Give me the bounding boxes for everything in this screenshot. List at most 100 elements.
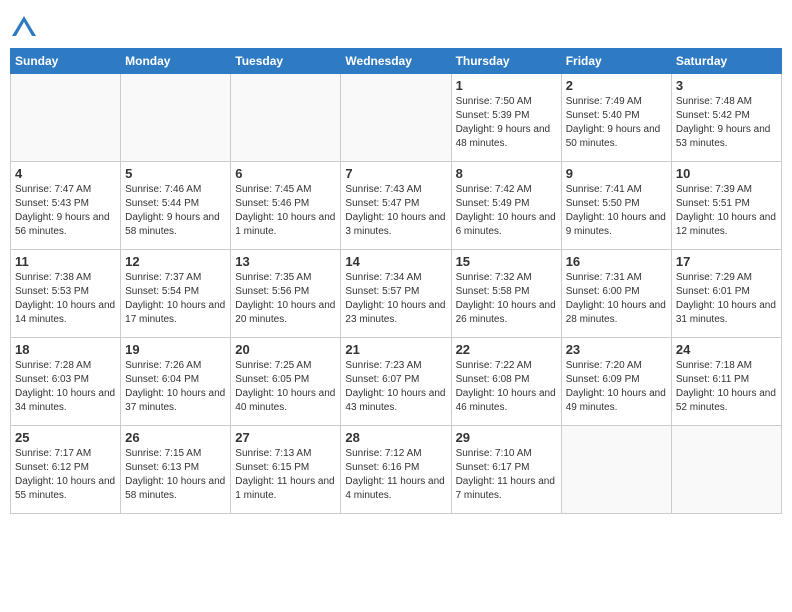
calendar-cell: 1Sunrise: 7:50 AM Sunset: 5:39 PM Daylig… [451,74,561,162]
day-number: 17 [676,254,777,269]
calendar-cell [11,74,121,162]
day-number: 10 [676,166,777,181]
day-number: 18 [15,342,116,357]
day-number: 8 [456,166,557,181]
header-day: Friday [561,49,671,74]
day-info: Sunrise: 7:17 AM Sunset: 6:12 PM Dayligh… [15,447,116,503]
day-number: 29 [456,430,557,445]
day-number: 22 [456,342,557,357]
day-number: 23 [566,342,667,357]
day-info: Sunrise: 7:29 AM Sunset: 6:01 PM Dayligh… [676,271,777,327]
day-number: 27 [235,430,336,445]
calendar-cell: 16Sunrise: 7:31 AM Sunset: 6:00 PM Dayli… [561,250,671,338]
header-day: Wednesday [341,49,451,74]
day-info: Sunrise: 7:35 AM Sunset: 5:56 PM Dayligh… [235,271,336,327]
calendar-cell: 20 Sunrise: 7:25 AM Sunset: 6:05 PM Dayli… [231,338,341,426]
calendar-cell [121,74,231,162]
calendar-cell: 11 Sunrise: 7:38 AM Sunset: 5:53 PM Dayli… [11,250,121,338]
calendar-cell [231,74,341,162]
calendar-cell: 10 Sunrise: 7:39 AM Sunset: 5:51 PM Dayli… [671,162,781,250]
day-number: 5 [125,166,226,181]
calendar-cell: 12 Sunrise: 7:37 AM Sunset: 5:54 PM Dayli… [121,250,231,338]
calendar-cell: 25 Sunrise: 7:17 AM Sunset: 6:12 PM Dayli… [11,426,121,514]
calendar-cell: 22 Sunrise: 7:22 AM Sunset: 6:08 PM Dayli… [451,338,561,426]
day-info: Sunrise: 7:47 AM Sunset: 5:43 PM Dayligh… [15,183,116,239]
day-number: 12 [125,254,226,269]
logo-icon [10,14,38,42]
day-info: Sunrise: 7:28 AM Sunset: 6:03 PM Dayligh… [15,359,116,415]
day-info: Sunrise: 7:48 AM Sunset: 5:42 PM Dayligh… [676,95,777,151]
calendar-row: 11 Sunrise: 7:38 AM Sunset: 5:53 PM Dayli… [11,250,782,338]
day-number: 20 [235,342,336,357]
day-number: 7 [345,166,446,181]
day-number: 19 [125,342,226,357]
calendar-row: 25 Sunrise: 7:17 AM Sunset: 6:12 PM Dayli… [11,426,782,514]
day-info: Sunrise: 7:15 AM Sunset: 6:13 PM Dayligh… [125,447,226,503]
day-info: Sunrise: 7:37 AM Sunset: 5:54 PM Dayligh… [125,271,226,327]
header-day: Tuesday [231,49,341,74]
calendar-cell: 19Sunrise: 7:26 AM Sunset: 6:04 PM Dayli… [121,338,231,426]
day-number: 6 [235,166,336,181]
day-info: Sunrise: 7:34 AM Sunset: 5:57 PM Dayligh… [345,271,446,327]
calendar-cell: 18 Sunrise: 7:28 AM Sunset: 6:03 PM Dayli… [11,338,121,426]
calendar-cell: 8 Sunrise: 7:42 AM Sunset: 5:49 PM Daylig… [451,162,561,250]
day-info: Sunrise: 7:12 AM Sunset: 6:16 PM Dayligh… [345,447,446,503]
day-number: 24 [676,342,777,357]
day-info: Sunrise: 7:22 AM Sunset: 6:08 PM Dayligh… [456,359,557,415]
header-row: SundayMondayTuesdayWednesdayThursdayFrid… [11,49,782,74]
header-day: Thursday [451,49,561,74]
calendar-cell [671,426,781,514]
calendar-cell: 2 Sunrise: 7:49 AM Sunset: 5:40 PM Daylig… [561,74,671,162]
day-info: Sunrise: 7:23 AM Sunset: 6:07 PM Dayligh… [345,359,446,415]
calendar-cell: 7 Sunrise: 7:43 AM Sunset: 5:47 PM Daylig… [341,162,451,250]
calendar-cell: 15 Sunrise: 7:32 AM Sunset: 5:58 PM Dayli… [451,250,561,338]
calendar-cell: 24 Sunrise: 7:18 AM Sunset: 6:11 PM Dayli… [671,338,781,426]
day-number: 15 [456,254,557,269]
calendar-cell: 26 Sunrise: 7:15 AM Sunset: 6:13 PM Dayli… [121,426,231,514]
day-number: 9 [566,166,667,181]
calendar-cell: 23Sunrise: 7:20 AM Sunset: 6:09 PM Dayli… [561,338,671,426]
day-info: Sunrise: 7:45 AM Sunset: 5:46 PM Dayligh… [235,183,336,239]
day-info: Sunrise: 7:38 AM Sunset: 5:53 PM Dayligh… [15,271,116,327]
day-info: Sunrise: 7:13 AM Sunset: 6:15 PM Dayligh… [235,447,336,503]
calendar-cell: 5 Sunrise: 7:46 AM Sunset: 5:44 PM Daylig… [121,162,231,250]
calendar-cell: 14 Sunrise: 7:34 AM Sunset: 5:57 PM Dayli… [341,250,451,338]
day-info: Sunrise: 7:42 AM Sunset: 5:49 PM Dayligh… [456,183,557,239]
calendar-row: 18 Sunrise: 7:28 AM Sunset: 6:03 PM Dayli… [11,338,782,426]
day-info: Sunrise: 7:43 AM Sunset: 5:47 PM Dayligh… [345,183,446,239]
calendar-cell [561,426,671,514]
day-info: Sunrise: 7:32 AM Sunset: 5:58 PM Dayligh… [456,271,557,327]
day-number: 26 [125,430,226,445]
day-number: 25 [15,430,116,445]
day-info: Sunrise: 7:46 AM Sunset: 5:44 PM Dayligh… [125,183,226,239]
header-day: Monday [121,49,231,74]
calendar-cell: 6 Sunrise: 7:45 AM Sunset: 5:46 PM Daylig… [231,162,341,250]
day-info: Sunrise: 7:39 AM Sunset: 5:51 PM Dayligh… [676,183,777,239]
day-number: 28 [345,430,446,445]
day-info: Sunrise: 7:25 AM Sunset: 6:05 PM Dayligh… [235,359,336,415]
calendar-row: 4Sunrise: 7:47 AM Sunset: 5:43 PM Daylig… [11,162,782,250]
day-info: Sunrise: 7:18 AM Sunset: 6:11 PM Dayligh… [676,359,777,415]
calendar-cell: 9 Sunrise: 7:41 AM Sunset: 5:50 PM Daylig… [561,162,671,250]
day-info: Sunrise: 7:41 AM Sunset: 5:50 PM Dayligh… [566,183,667,239]
header-day: Saturday [671,49,781,74]
day-number: 2 [566,78,667,93]
day-info: Sunrise: 7:31 AM Sunset: 6:00 PM Dayligh… [566,271,667,327]
calendar-cell: 21 Sunrise: 7:23 AM Sunset: 6:07 PM Dayli… [341,338,451,426]
calendar-cell: 13 Sunrise: 7:35 AM Sunset: 5:56 PM Dayli… [231,250,341,338]
day-info: Sunrise: 7:49 AM Sunset: 5:40 PM Dayligh… [566,95,667,151]
calendar-cell: 3 Sunrise: 7:48 AM Sunset: 5:42 PM Daylig… [671,74,781,162]
day-number: 13 [235,254,336,269]
day-number: 11 [15,254,116,269]
calendar-row: 1Sunrise: 7:50 AM Sunset: 5:39 PM Daylig… [11,74,782,162]
logo [10,14,42,42]
day-number: 3 [676,78,777,93]
day-number: 21 [345,342,446,357]
calendar-cell: 17 Sunrise: 7:29 AM Sunset: 6:01 PM Dayli… [671,250,781,338]
day-info: Sunrise: 7:10 AM Sunset: 6:17 PM Dayligh… [456,447,557,503]
calendar-cell: 29 Sunrise: 7:10 AM Sunset: 6:17 PM Dayli… [451,426,561,514]
calendar-cell [341,74,451,162]
calendar-cell: 27 Sunrise: 7:13 AM Sunset: 6:15 PM Dayli… [231,426,341,514]
page-header [10,10,782,42]
day-number: 14 [345,254,446,269]
